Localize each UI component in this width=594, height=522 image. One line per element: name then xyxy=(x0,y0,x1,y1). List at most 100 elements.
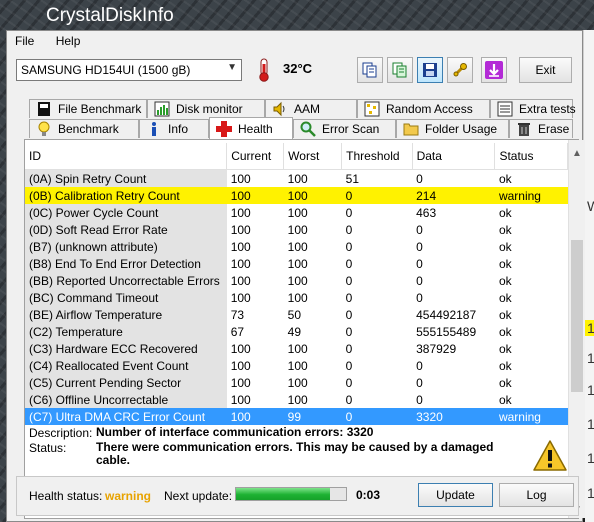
tab-info[interactable]: Info xyxy=(139,119,209,138)
col-header-status[interactable]: Status xyxy=(494,143,568,170)
cell-threshold: 0 xyxy=(341,408,413,425)
drive-select-value: SAMSUNG HD154UI (1500 gB) xyxy=(21,63,191,77)
window-title: CrystalDiskInfo xyxy=(46,5,174,26)
update-button[interactable]: Update xyxy=(418,483,493,507)
table-row[interactable]: (0A) Spin Retry Count 100 100 51 0 ok xyxy=(25,169,568,187)
tab-benchmark[interactable]: Benchmark xyxy=(29,119,139,138)
magnifier-icon xyxy=(300,121,316,137)
table-scrollbar[interactable]: ▲ ▼ xyxy=(568,140,585,518)
table-row[interactable]: (C2) Temperature 67 49 0 555155489 ok xyxy=(25,323,568,340)
table-row[interactable]: (BB) Reported Uncorrectable Errors 100 100… xyxy=(25,272,568,289)
tab-label: Info xyxy=(168,122,189,136)
table-row[interactable]: (0B) Calibration Retry Count 100 100 0 214 wa… xyxy=(25,187,568,204)
cell-id: (C3) Hardware ECC Recovered xyxy=(25,340,227,357)
cell-current: 100 xyxy=(230,171,251,186)
cell-data: 0 xyxy=(416,290,423,305)
table-row[interactable]: (0D) Soft Read Error Rate 100 100 0 0 ok xyxy=(25,221,568,238)
table-row[interactable]: (0C) Power Cycle Count 100 100 0 463 ok xyxy=(25,204,568,221)
cell-id: (C7) Ultra DMA CRC Error Count xyxy=(25,408,227,425)
tab-erase[interactable]: Erase xyxy=(509,119,573,138)
cell-id: (C5) Current Pending Sector xyxy=(25,374,227,391)
table-row[interactable]: (BE) Airflow Temperature 73 50 0 454492187 ok xyxy=(25,306,568,323)
cell-worst: 100 xyxy=(287,358,308,373)
next-update-time: 0:03 xyxy=(356,488,381,502)
status-bar: Health status: warning Next update: 0:03… xyxy=(16,476,579,516)
cell-worst: 100 xyxy=(287,239,308,254)
tab-label: Benchmark xyxy=(58,122,119,136)
copy-icon xyxy=(362,62,377,78)
table-row[interactable]: (C6) Offline Uncorrectable 100 100 0 0 ok xyxy=(25,391,568,408)
info-icon xyxy=(146,121,162,137)
copy-button[interactable] xyxy=(357,57,383,83)
tab-health[interactable]: Health xyxy=(209,117,293,139)
health-cross-icon xyxy=(216,120,232,137)
table-row[interactable]: (B8) End To End Error Detection 100 100 0 0 o… xyxy=(25,255,568,272)
cell-status: ok xyxy=(498,375,512,390)
lightbulb-icon xyxy=(36,121,52,137)
download-button[interactable] xyxy=(481,57,507,83)
cell-status: ok xyxy=(498,324,512,339)
cell-status: warning xyxy=(494,187,568,204)
speaker-icon xyxy=(272,101,288,117)
save-button[interactable] xyxy=(417,57,443,83)
table-row[interactable]: (C3) Hardware ECC Recovered 100 100 0 387929… xyxy=(25,340,568,357)
cell-status: ok xyxy=(498,222,512,237)
cell-current: 100 xyxy=(230,239,251,254)
health-status-value: warning xyxy=(105,489,152,503)
tab-aam[interactable]: AAM xyxy=(265,99,357,118)
cell-threshold: 0 xyxy=(341,187,413,204)
cell-worst: 100 xyxy=(287,256,308,271)
tab-error-scan[interactable]: Error Scan xyxy=(293,119,396,138)
tools-button[interactable] xyxy=(447,57,473,83)
cell-data: 3320 xyxy=(412,408,495,425)
col-header-worst[interactable]: Worst xyxy=(283,143,343,170)
scroll-up-icon[interactable]: ▲ xyxy=(572,148,582,159)
tab-label: Folder Usage xyxy=(425,122,498,136)
cell-worst: 100 xyxy=(283,187,342,204)
table-row[interactable]: (C5) Current Pending Sector 100 100 0 0 ok xyxy=(25,374,568,391)
menu-file[interactable]: File xyxy=(15,34,34,48)
cell-current: 100 xyxy=(230,341,251,356)
drive-select[interactable]: SAMSUNG HD154UI (1500 gB) ▼ xyxy=(16,59,242,81)
copy-green-button[interactable] xyxy=(387,57,413,83)
extra-tests-icon xyxy=(497,101,513,117)
table-row[interactable]: (C7) Ultra DMA CRC Error Count 100 99 0 3320… xyxy=(25,408,568,425)
cell-worst: 100 xyxy=(287,290,308,305)
table-header-row: ID Current Worst Threshold Data Status xyxy=(25,143,568,170)
cell-current: 100 xyxy=(230,290,251,305)
progress-fill xyxy=(236,488,330,500)
log-button[interactable]: Log xyxy=(499,483,574,507)
cell-worst: 50 xyxy=(287,307,302,322)
tab-file-benchmark[interactable]: File Benchmark xyxy=(29,99,147,118)
col-header-id[interactable]: ID xyxy=(25,143,228,170)
table-row[interactable]: (BC) Command Timeout 100 100 0 0 ok xyxy=(25,289,568,306)
menu-help[interactable]: Help xyxy=(56,34,81,48)
col-header-threshold[interactable]: Threshold xyxy=(341,143,413,170)
col-header-current[interactable]: Current xyxy=(226,143,285,170)
cell-current: 100 xyxy=(230,222,251,237)
tab-random-access[interactable]: Random Access xyxy=(357,99,490,118)
exit-button[interactable]: Exit xyxy=(519,57,572,83)
cell-data: 454492187 xyxy=(416,307,477,322)
tab-strip: File Benchmark Disk monitor AAM Random A… xyxy=(29,99,576,139)
cell-status: ok xyxy=(498,392,512,407)
tab-folder-usage[interactable]: Folder Usage xyxy=(396,119,509,138)
cell-id: (C4) Reallocated Event Count xyxy=(25,357,227,374)
tab-disk-monitor[interactable]: Disk monitor xyxy=(147,99,265,118)
tab-extra-tests[interactable]: Extra tests xyxy=(490,99,576,118)
cell-status: ok xyxy=(498,307,512,322)
cell-data: 0 xyxy=(416,392,423,407)
cell-current: 100 xyxy=(226,408,284,425)
col-header-data[interactable]: Data xyxy=(412,143,496,170)
cell-threshold: 0 xyxy=(345,205,353,220)
cell-threshold: 0 xyxy=(345,222,353,237)
cell-id: (BE) Airflow Temperature xyxy=(25,306,227,323)
cell-data: 0 xyxy=(416,358,423,373)
table-row[interactable]: (C4) Reallocated Event Count 100 100 0 0 ok xyxy=(25,357,568,374)
table-row[interactable]: (B7) (unknown attribute) 100 100 0 0 ok xyxy=(25,238,568,255)
cell-status: ok xyxy=(498,239,512,254)
scrollbar-thumb[interactable] xyxy=(571,240,583,392)
cell-id: (C2) Temperature xyxy=(25,323,227,340)
cell-threshold: 0 xyxy=(345,307,353,322)
status-label: Status: xyxy=(29,441,67,455)
